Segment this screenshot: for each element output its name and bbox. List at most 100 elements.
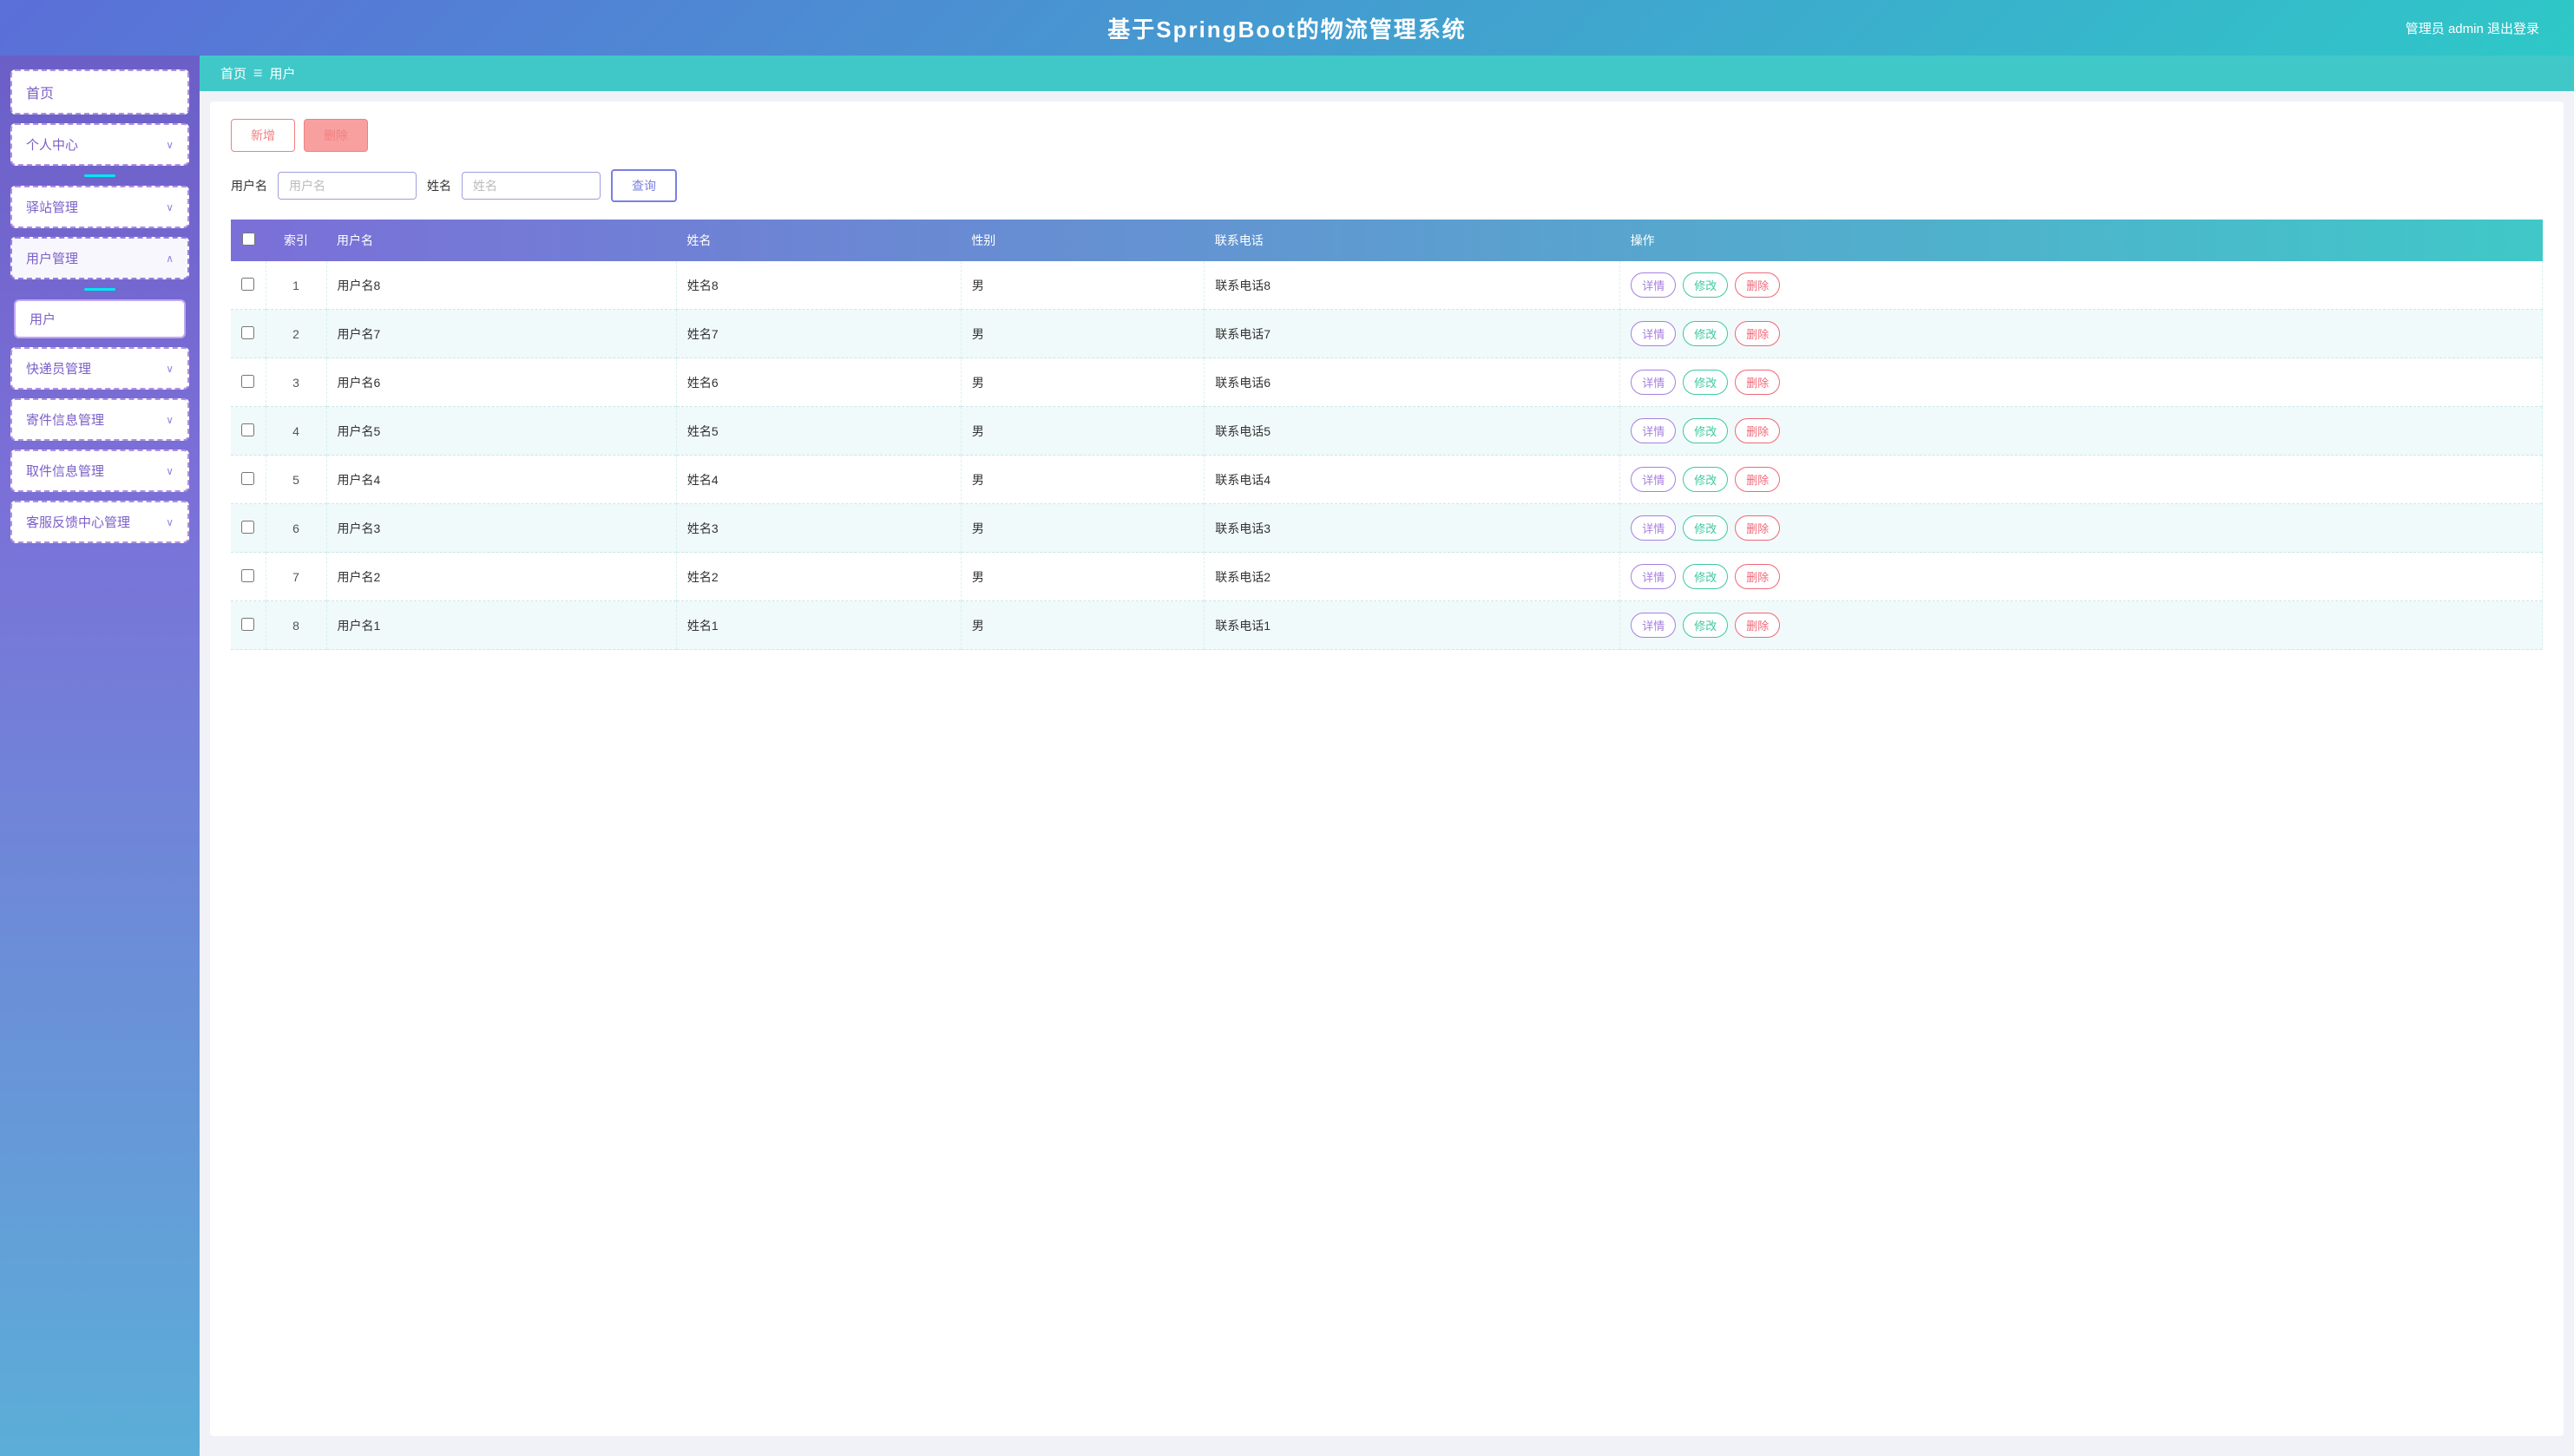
select-all-checkbox[interactable] [242,233,255,246]
sidebar-item-feedback-label: 客服反馈中心管理 [26,513,130,531]
row-gender: 男 [961,310,1204,358]
edit-button[interactable]: 修改 [1683,370,1728,395]
row-delete-button[interactable]: 删除 [1735,564,1780,589]
row-name: 姓名5 [676,407,961,456]
row-ops: 详情 修改 删除 [1620,601,2543,650]
row-delete-button[interactable]: 删除 [1735,467,1780,492]
row-index: 5 [266,456,326,504]
row-phone: 联系电话7 [1205,310,1620,358]
row-checkbox[interactable] [241,472,254,485]
row-name: 姓名8 [676,261,961,310]
detail-button[interactable]: 详情 [1631,613,1676,638]
user-table: 索引 用户名 姓名 性别 联系电话 操作 1 用户名8 姓名8 男 联系电话8 … [231,220,2543,650]
detail-button[interactable]: 详情 [1631,321,1676,346]
chevron-down-icon: ∨ [166,363,174,375]
row-phone: 联系电话6 [1205,358,1620,407]
sidebar-item-station[interactable]: 驿站管理 ∨ [10,186,189,228]
row-delete-button[interactable]: 删除 [1735,370,1780,395]
app-title: 基于SpringBoot的物流管理系统 [1107,12,1467,44]
name-search-label: 姓名 [427,177,451,194]
sidebar-item-feedback[interactable]: 客服反馈中心管理 ∨ [10,501,189,543]
row-name: 姓名4 [676,456,961,504]
row-name: 姓名6 [676,358,961,407]
row-checkbox[interactable] [241,423,254,436]
query-button[interactable]: 查询 [611,169,677,202]
row-index: 3 [266,358,326,407]
edit-button[interactable]: 修改 [1683,515,1728,541]
table-row: 6 用户名3 姓名3 男 联系电话3 详情 修改 删除 [231,504,2543,553]
username-search-input[interactable] [278,172,417,200]
sidebar-item-user-mgmt[interactable]: 用户管理 ∧ [10,237,189,279]
main-layout: 首页 个人中心 ∨ 驿站管理 ∨ 用户管理 ∧ 用户 快递员管理 ∨ 寄件信息管… [0,56,2574,1456]
row-phone: 联系电话2 [1205,553,1620,601]
detail-button[interactable]: 详情 [1631,467,1676,492]
sidebar-item-pickup-info[interactable]: 取件信息管理 ∨ [10,449,189,492]
edit-button[interactable]: 修改 [1683,467,1728,492]
sidebar: 首页 个人中心 ∨ 驿站管理 ∨ 用户管理 ∧ 用户 快递员管理 ∨ 寄件信息管… [0,56,200,1456]
batch-delete-button[interactable]: 删除 [304,119,368,152]
row-checkbox-cell [231,261,266,310]
sidebar-item-home-label: 首页 [26,82,54,102]
row-delete-button[interactable]: 删除 [1735,418,1780,443]
sidebar-item-ship-info[interactable]: 寄件信息管理 ∨ [10,398,189,441]
row-name: 姓名3 [676,504,961,553]
chevron-up-icon: ∧ [166,253,174,265]
row-username: 用户名4 [326,456,676,504]
row-gender: 男 [961,456,1204,504]
detail-button[interactable]: 详情 [1631,564,1676,589]
sidebar-item-courier[interactable]: 快递员管理 ∨ [10,347,189,390]
row-delete-button[interactable]: 删除 [1735,515,1780,541]
row-checkbox-cell [231,504,266,553]
table-row: 5 用户名4 姓名4 男 联系电话4 详情 修改 删除 [231,456,2543,504]
content-area: 新增 删除 用户名 姓名 查询 索引 用户 [210,102,2564,1436]
row-name: 姓名2 [676,553,961,601]
sidebar-deco-2 [84,288,115,291]
sidebar-item-user[interactable]: 用户 [14,299,186,338]
sidebar-item-home[interactable]: 首页 [10,69,189,115]
row-username: 用户名1 [326,601,676,650]
table-row: 7 用户名2 姓名2 男 联系电话2 详情 修改 删除 [231,553,2543,601]
row-checkbox[interactable] [241,521,254,534]
row-phone: 联系电话4 [1205,456,1620,504]
sidebar-item-pickupinfo-label: 取件信息管理 [26,462,104,480]
edit-button[interactable]: 修改 [1683,564,1728,589]
header-index-col: 索引 [266,220,326,261]
edit-button[interactable]: 修改 [1683,418,1728,443]
add-button[interactable]: 新增 [231,119,295,152]
detail-button[interactable]: 详情 [1631,272,1676,298]
chevron-down-icon: ∨ [166,201,174,213]
edit-button[interactable]: 修改 [1683,613,1728,638]
row-delete-button[interactable]: 删除 [1735,272,1780,298]
row-username: 用户名6 [326,358,676,407]
table-header-row: 索引 用户名 姓名 性别 联系电话 操作 [231,220,2543,261]
user-info[interactable]: 管理员 admin 退出登录 [2406,19,2539,37]
name-search-input[interactable] [462,172,601,200]
detail-button[interactable]: 详情 [1631,418,1676,443]
row-checkbox[interactable] [241,569,254,582]
edit-button[interactable]: 修改 [1683,321,1728,346]
row-delete-button[interactable]: 删除 [1735,321,1780,346]
row-checkbox[interactable] [241,326,254,339]
row-delete-button[interactable]: 删除 [1735,613,1780,638]
header-phone-col: 联系电话 [1205,220,1620,261]
edit-button[interactable]: 修改 [1683,272,1728,298]
table-row: 2 用户名7 姓名7 男 联系电话7 详情 修改 删除 [231,310,2543,358]
breadcrumb: 首页 ≡ 用户 [200,56,2574,91]
table-row: 8 用户名1 姓名1 男 联系电话1 详情 修改 删除 [231,601,2543,650]
row-name: 姓名1 [676,601,961,650]
row-gender: 男 [961,261,1204,310]
detail-button[interactable]: 详情 [1631,370,1676,395]
row-checkbox-cell [231,310,266,358]
row-checkbox[interactable] [241,618,254,631]
row-index: 2 [266,310,326,358]
sidebar-item-station-label: 驿站管理 [26,198,78,216]
row-checkbox[interactable] [241,375,254,388]
row-phone: 联系电话5 [1205,407,1620,456]
chevron-down-icon: ∨ [166,139,174,151]
breadcrumb-home[interactable]: 首页 [220,64,246,82]
detail-button[interactable]: 详情 [1631,515,1676,541]
header-name-col: 姓名 [676,220,961,261]
row-checkbox[interactable] [241,278,254,291]
row-ops: 详情 修改 删除 [1620,456,2543,504]
sidebar-item-profile[interactable]: 个人中心 ∨ [10,123,189,166]
